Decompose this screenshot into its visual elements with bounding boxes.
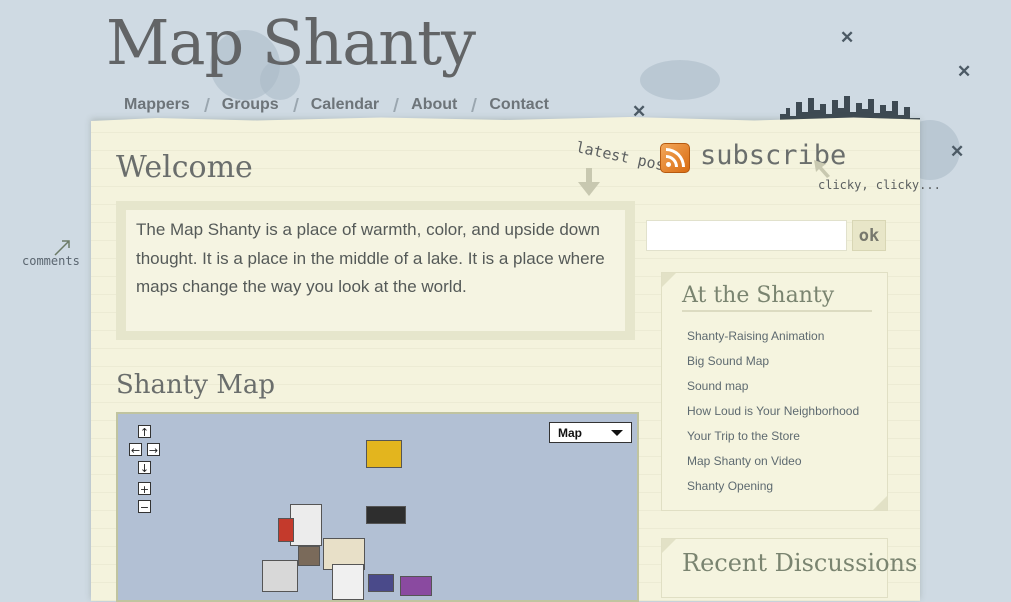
nav-groups[interactable]: Groups bbox=[222, 96, 279, 114]
recent-discussions-heading: Recent Discussions bbox=[682, 549, 918, 577]
shanty-link[interactable]: Sound map bbox=[687, 374, 887, 399]
shanty-link[interactable]: Shanty Opening bbox=[687, 474, 887, 499]
main-nav: Mappers Groups Calendar About Contact bbox=[124, 96, 549, 114]
shanty-map-heading: Shanty Map bbox=[116, 370, 275, 400]
shanty-marker[interactable] bbox=[298, 546, 320, 566]
nav-divider bbox=[292, 98, 299, 112]
clicky-note: clicky, clicky... bbox=[818, 178, 941, 192]
at-the-shanty-box: At the Shanty Shanty-Raising Animation B… bbox=[661, 272, 888, 511]
comments-note[interactable]: comments bbox=[22, 254, 80, 268]
up-arrow-icon bbox=[814, 160, 830, 178]
zoom-in-button[interactable]: + bbox=[138, 482, 151, 496]
shanty-marker[interactable] bbox=[262, 560, 298, 592]
cross-mark-icon: ✕ bbox=[950, 142, 965, 161]
nav-divider bbox=[393, 98, 400, 112]
box-corner bbox=[662, 539, 676, 553]
shanty-marker[interactable] bbox=[290, 504, 322, 546]
cross-mark-icon: ✕ bbox=[840, 28, 855, 47]
cross-mark-icon: ✕ bbox=[957, 62, 972, 81]
pan-right-button[interactable]: → bbox=[147, 443, 160, 457]
shanty-marker[interactable] bbox=[332, 564, 364, 600]
shanty-link[interactable]: Big Sound Map bbox=[687, 349, 887, 374]
at-the-shanty-heading: At the Shanty bbox=[682, 283, 835, 308]
nav-mappers[interactable]: Mappers bbox=[124, 96, 190, 114]
chevron-down-icon bbox=[611, 430, 623, 436]
down-arrow-icon bbox=[578, 168, 600, 196]
shanty-marker[interactable] bbox=[400, 576, 432, 596]
ink-splat bbox=[640, 60, 720, 100]
search-input[interactable] bbox=[646, 220, 847, 251]
zoom-out-button[interactable]: − bbox=[138, 500, 151, 514]
site-title[interactable]: Map Shanty bbox=[106, 6, 476, 79]
recent-discussions-box: Recent Discussions bbox=[661, 538, 918, 598]
intro-box: The Map Shanty is a place of warmth, col… bbox=[116, 201, 635, 340]
nav-calendar[interactable]: Calendar bbox=[311, 96, 379, 114]
intro-text: The Map Shanty is a place of warmth, col… bbox=[126, 210, 625, 331]
shanty-marker[interactable] bbox=[368, 574, 394, 592]
nav-divider bbox=[203, 98, 210, 112]
heading-rule bbox=[682, 310, 872, 312]
shanty-link[interactable]: Shanty-Raising Animation bbox=[687, 324, 887, 349]
shanty-marker[interactable] bbox=[366, 506, 406, 524]
pan-up-button[interactable]: ↑ bbox=[138, 425, 151, 439]
shanty-link[interactable]: Your Trip to the Store bbox=[687, 424, 887, 449]
box-corner bbox=[662, 273, 676, 287]
map-type-select[interactable]: Map bbox=[549, 422, 632, 443]
nav-about[interactable]: About bbox=[411, 96, 457, 114]
rss-icon[interactable] bbox=[660, 143, 690, 173]
shanty-marker[interactable] bbox=[366, 440, 402, 468]
nav-divider bbox=[471, 98, 478, 112]
nav-contact[interactable]: Contact bbox=[489, 96, 549, 114]
at-the-shanty-list: Shanty-Raising Animation Big Sound Map S… bbox=[687, 324, 887, 499]
pan-left-button[interactable]: ← bbox=[129, 443, 142, 457]
map-type-value: Map bbox=[558, 426, 582, 440]
shanty-marker[interactable] bbox=[278, 518, 294, 542]
welcome-heading: Welcome bbox=[116, 150, 253, 185]
search-ok-button[interactable]: ok bbox=[852, 220, 886, 251]
shanty-link[interactable]: How Loud is Your Neighborhood bbox=[687, 399, 887, 424]
shanty-map[interactable]: ↑ ← → ↓ + − Map bbox=[116, 412, 639, 602]
pan-down-button[interactable]: ↓ bbox=[138, 461, 151, 475]
shanty-link[interactable]: Map Shanty on Video bbox=[687, 449, 887, 474]
